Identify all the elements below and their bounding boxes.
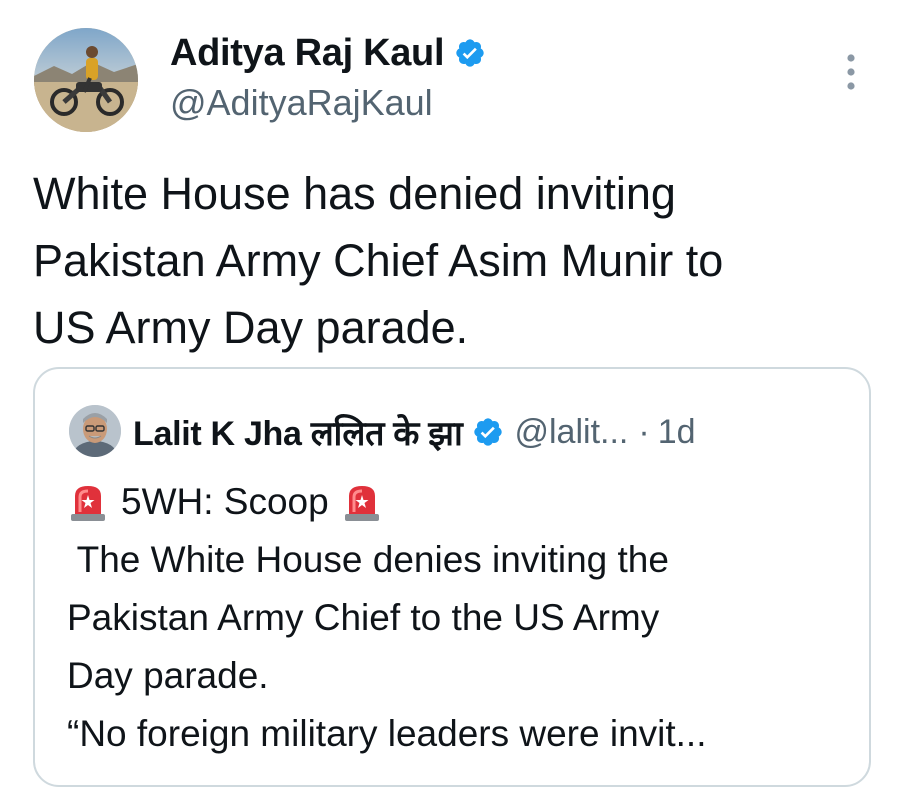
- tweet-text-line: US Army Day parade.: [33, 302, 469, 353]
- quoted-author-avatar[interactable]: [69, 405, 121, 457]
- quoted-author-name[interactable]: Lalit K Jha ललित के झा: [133, 409, 463, 455]
- scoop-line: 5WH: Scoop: [67, 473, 857, 531]
- tweet-text-line: Pakistan Army Chief Asim Munir to: [33, 235, 724, 286]
- author-avatar[interactable]: [34, 28, 138, 132]
- quoted-tweet-line: “No foreign military leaders were invit.…: [67, 713, 707, 754]
- more-options-button[interactable]: [840, 52, 862, 92]
- author-name-row[interactable]: Aditya Raj Kaul: [170, 30, 486, 76]
- separator-dot: ·: [638, 412, 650, 451]
- quoted-tweet-line: Pakistan Army Chief to the US Army: [67, 597, 660, 638]
- verified-badge-icon: [456, 39, 484, 67]
- verified-badge-icon: [474, 418, 503, 446]
- police-siren-emoji: [71, 486, 105, 521]
- scoop-label: 5WH: Scoop: [121, 481, 329, 522]
- tweet-text-line: White House has denied inviting: [33, 168, 676, 219]
- author-handle[interactable]: @AdityaRajKaul: [170, 82, 433, 124]
- quoted-tweet-card[interactable]: Lalit K Jha ललित के झा @lalit... · 1d 5W…: [33, 367, 871, 787]
- more-vertical-icon: [847, 54, 855, 90]
- quoted-author-handle[interactable]: @lalit...: [514, 413, 628, 452]
- quoted-tweet-line: The White House denies inviting the: [67, 539, 669, 580]
- quoted-tweet-line: Day parade.: [67, 655, 269, 696]
- quoted-tweet-timestamp[interactable]: 1d: [658, 413, 696, 452]
- tweet[interactable]: Aditya Raj Kaul @AdityaRajKaul White Hou…: [0, 0, 904, 787]
- author-name[interactable]: Aditya Raj Kaul: [170, 32, 445, 75]
- quoted-tweet-body: 5WH: Scoop The White House denies inviti…: [67, 473, 857, 763]
- tweet-text: White House has denied inviting Pakistan…: [33, 160, 873, 361]
- quoted-tweet-header: Lalit K Jha ललित के झा @lalit... · 1d: [133, 405, 696, 459]
- police-siren-emoji: [344, 486, 379, 521]
